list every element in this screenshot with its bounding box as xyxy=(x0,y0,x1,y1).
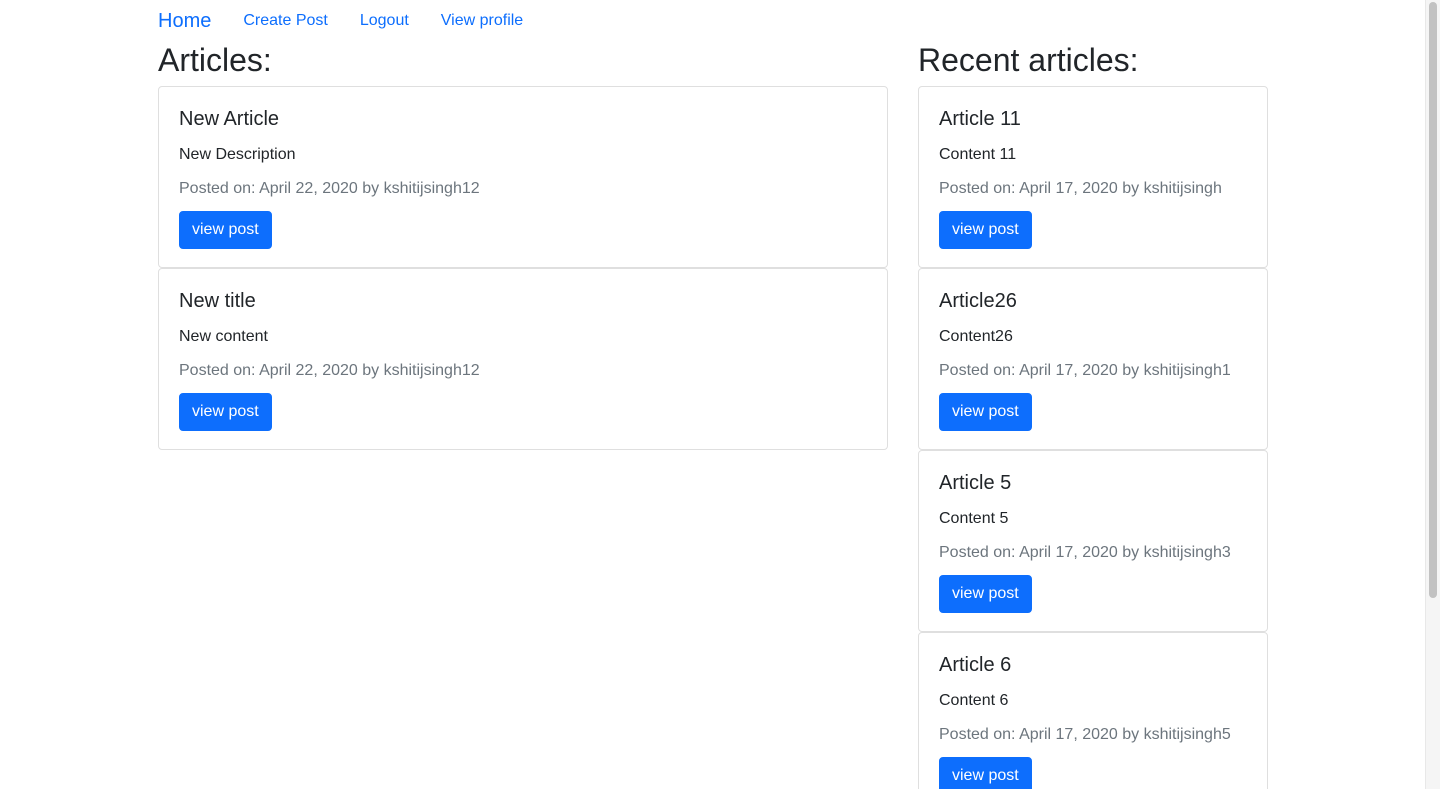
recent-articles-list: Article 11 Content 11 Posted on: April 1… xyxy=(918,86,1268,789)
article-meta: Posted on: April 22, 2020 by kshitijsing… xyxy=(179,362,480,379)
recent-articles-heading: Recent articles: xyxy=(918,42,1139,78)
articles-list: New Article New Description Posted on: A… xyxy=(158,86,888,450)
recent-article-meta: Posted on: April 17, 2020 by kshitijsing… xyxy=(939,362,1231,379)
top-nav: Home Create Post Logout View profile xyxy=(158,8,555,34)
view-post-button[interactable]: view post xyxy=(939,757,1032,789)
recent-article-card: Article 6 Content 6 Posted on: April 17,… xyxy=(918,632,1268,789)
article-title: New title xyxy=(179,290,256,312)
article-meta: Posted on: April 22, 2020 by kshitijsing… xyxy=(179,180,480,197)
recent-article-meta: Posted on: April 17, 2020 by kshitijsing… xyxy=(939,544,1231,561)
view-post-button[interactable]: view post xyxy=(939,211,1032,249)
view-post-button[interactable]: view post xyxy=(179,393,272,431)
article-card: New Article New Description Posted on: A… xyxy=(158,86,888,268)
nav-logout-link[interactable]: Logout xyxy=(360,9,409,33)
recent-article-content: Content26 xyxy=(939,328,1013,345)
article-description: New Description xyxy=(179,146,296,163)
nav-create-post-link[interactable]: Create Post xyxy=(243,9,327,33)
nav-view-profile-link[interactable]: View profile xyxy=(441,9,523,33)
recent-article-meta: Posted on: April 17, 2020 by kshitijsing… xyxy=(939,180,1222,197)
page: Home Create Post Logout View profile Art… xyxy=(0,0,1440,789)
article-card: New title New content Posted on: April 2… xyxy=(158,268,888,450)
recent-article-content: Content 5 xyxy=(939,510,1009,527)
scrollbar-thumb[interactable] xyxy=(1429,2,1437,598)
recent-article-title: Article 11 xyxy=(939,108,1021,130)
article-title: New Article xyxy=(179,108,280,130)
recent-article-card: Article26 Content26 Posted on: April 17,… xyxy=(918,268,1268,450)
view-post-button[interactable]: view post xyxy=(939,393,1032,431)
recent-article-card: Article 11 Content 11 Posted on: April 1… xyxy=(918,86,1268,268)
recent-article-title: Article26 xyxy=(939,290,1017,312)
nav-home-link[interactable]: Home xyxy=(158,9,211,33)
view-post-button[interactable]: view post xyxy=(939,575,1032,613)
recent-article-title: Article 6 xyxy=(939,654,1012,676)
vertical-scrollbar[interactable] xyxy=(1425,0,1440,789)
recent-article-content: Content 6 xyxy=(939,692,1009,709)
article-description: New content xyxy=(179,328,268,345)
view-post-button[interactable]: view post xyxy=(179,211,272,249)
articles-heading: Articles: xyxy=(158,42,272,78)
recent-article-card: Article 5 Content 5 Posted on: April 17,… xyxy=(918,450,1268,632)
recent-article-content: Content 11 xyxy=(939,146,1017,163)
recent-article-meta: Posted on: April 17, 2020 by kshitijsing… xyxy=(939,726,1231,743)
recent-article-title: Article 5 xyxy=(939,472,1012,494)
